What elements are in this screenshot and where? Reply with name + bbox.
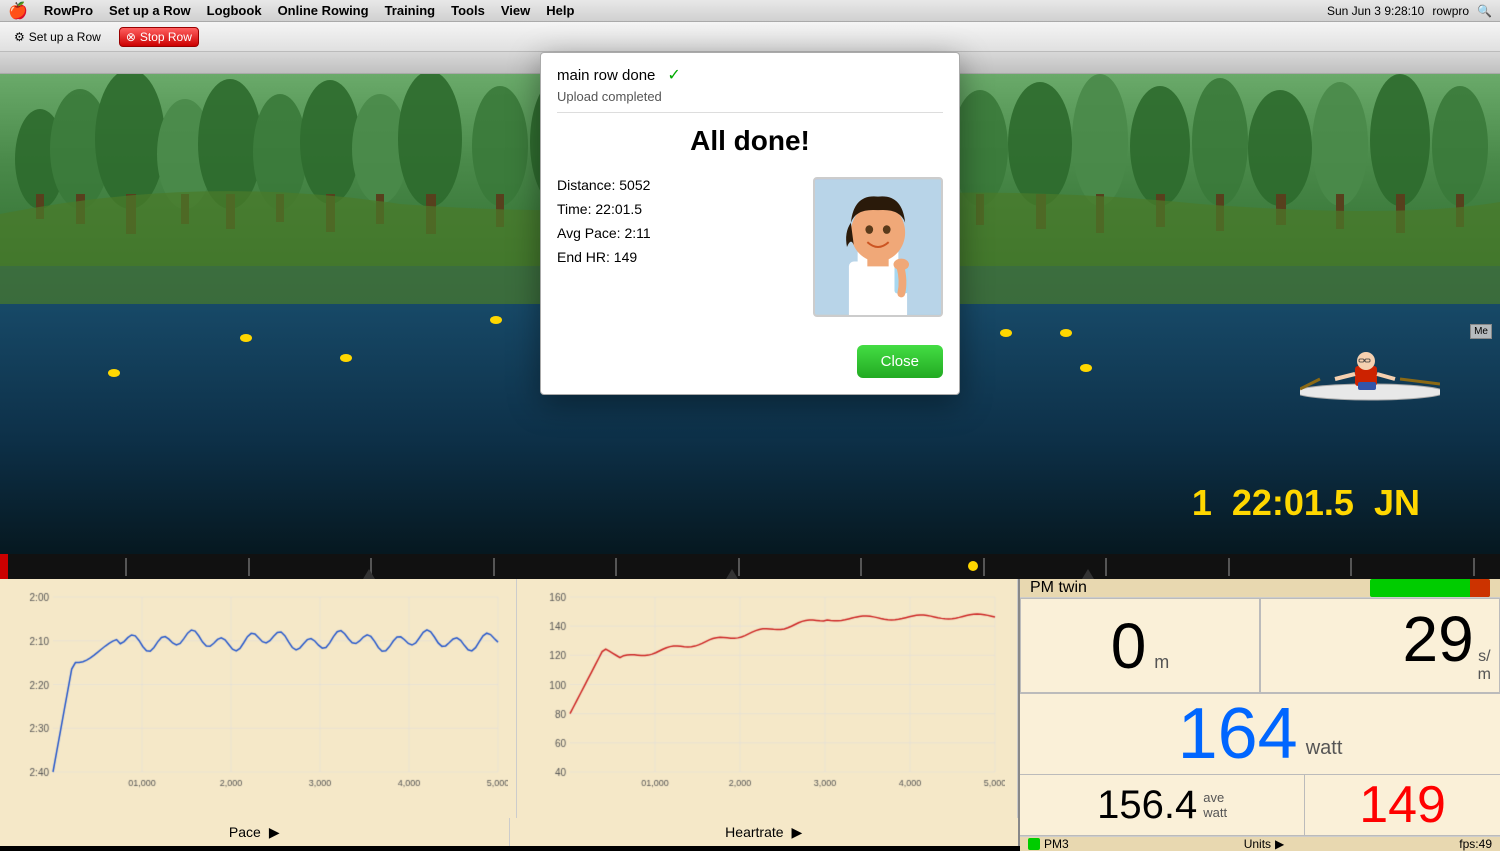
prog-tick-11 xyxy=(1350,558,1352,576)
pm3-label: PM3 xyxy=(1044,837,1069,851)
bottom-panels: Pace ▶ Heartrate ▶ PM twin 0 m xyxy=(0,579,1500,846)
modal-stats: Distance: 5052 Time: 22:01.5 Avg Pace: 2… xyxy=(557,177,797,317)
units-arrow-icon: ▶ xyxy=(1275,837,1284,851)
search-icon[interactable]: 🔍 xyxy=(1477,4,1492,18)
pm-distance-cell: 0 m xyxy=(1020,598,1260,693)
prog-tick-6 xyxy=(738,558,740,576)
prog-arrow-3 xyxy=(1082,569,1094,579)
heartrate-arrow-icon[interactable]: ▶ xyxy=(792,824,803,841)
menu-training[interactable]: Training xyxy=(377,3,444,18)
menu-help[interactable]: Help xyxy=(538,3,582,18)
apple-menu-icon[interactable]: 🍎 xyxy=(8,1,28,21)
prog-tick-7 xyxy=(860,558,862,576)
prog-tick-1 xyxy=(125,558,127,576)
prog-tick-8 xyxy=(983,558,985,576)
stop-row-button[interactable]: ⊗ Stop Row xyxy=(119,27,199,47)
prog-tick-5 xyxy=(615,558,617,576)
pm-speed-cell: 29 s/ m xyxy=(1260,598,1500,693)
stat-end-hr: End HR: 149 xyxy=(557,249,797,265)
setup-row-button[interactable]: ⚙ Set up a Row xyxy=(8,28,107,46)
menu-view[interactable]: View xyxy=(493,3,538,18)
prog-tick-10 xyxy=(1228,558,1230,576)
menu-online-rowing[interactable]: Online Rowing xyxy=(270,3,377,18)
menubar-datetime: Sun Jun 3 9:28:10 xyxy=(1327,4,1424,18)
pace-arrow-icon[interactable]: ▶ xyxy=(269,824,280,841)
pm3-indicator: PM3 xyxy=(1028,837,1069,851)
pm-panel: PM twin 0 m 29 s/ m xyxy=(1020,579,1500,846)
pm-avg-watts-value: 156.4 xyxy=(1097,785,1197,825)
person-photo-svg xyxy=(815,177,941,317)
stat-avg-pace: Avg Pace: 2:11 xyxy=(557,225,797,241)
modal-body: Distance: 5052 Time: 22:01.5 Avg Pace: 2… xyxy=(541,161,959,333)
fps-display: fps:49 xyxy=(1459,837,1492,851)
pace-chart xyxy=(8,587,508,792)
modal-status-text: main row done xyxy=(557,67,655,84)
units-button[interactable]: Units ▶ xyxy=(1244,837,1285,851)
pm-avg-watts-unit: watt xyxy=(1203,805,1227,820)
menu-rowpro[interactable]: RowPro xyxy=(36,3,101,18)
pm-watts-value: 164 xyxy=(1178,698,1298,770)
pm-speed-value: 29 xyxy=(1402,607,1473,671)
prog-tick-4 xyxy=(493,558,495,576)
prog-tick-2 xyxy=(248,558,250,576)
toolbar: ⚙ Set up a Row ⊗ Stop Row xyxy=(0,22,1500,52)
hr-chart-container xyxy=(517,579,1018,818)
pace-label: Pace xyxy=(229,824,261,840)
hr-chart xyxy=(525,587,1005,792)
pm-header: PM twin xyxy=(1020,579,1500,598)
score-position: 1 xyxy=(1192,482,1212,524)
modal-all-done-title: All done! xyxy=(541,113,959,161)
stop-icon: ⊗ xyxy=(126,30,136,44)
buoy-4 xyxy=(490,316,502,324)
pm-distance-value: 0 xyxy=(1111,614,1147,678)
score-name: JN xyxy=(1374,482,1420,524)
menubar-user: rowpro xyxy=(1432,4,1469,18)
modal-header: main row done ✓ xyxy=(541,53,959,89)
me-label: Me xyxy=(1470,324,1492,339)
pm-speed-unit: s/ xyxy=(1478,648,1491,666)
progress-start-marker xyxy=(0,554,8,579)
rower-svg xyxy=(1300,324,1440,404)
chart-panel: Pace ▶ Heartrate ▶ xyxy=(0,579,1020,846)
heartrate-label: Heartrate xyxy=(725,824,783,840)
prog-arrow-2 xyxy=(726,569,738,579)
prog-tick-9 xyxy=(1105,558,1107,576)
buoy-2 xyxy=(240,334,252,342)
pm3-dot xyxy=(1028,838,1040,850)
buoy-7 xyxy=(1080,364,1092,372)
stat-time: Time: 22:01.5 xyxy=(557,201,797,217)
buoy-5 xyxy=(1000,329,1012,337)
stat-distance: Distance: 5052 xyxy=(557,177,797,193)
pace-chart-container xyxy=(0,579,517,818)
progress-bar xyxy=(0,554,1500,579)
prog-tick-12 xyxy=(1473,558,1475,576)
menubar: 🍎 RowPro Set up a Row Logbook Online Row… xyxy=(0,0,1500,22)
buoy-1 xyxy=(108,369,120,377)
pm-avg-watts-label: ave xyxy=(1203,790,1227,805)
menu-logbook[interactable]: Logbook xyxy=(199,3,270,18)
pm-watts-unit: watt xyxy=(1306,737,1343,770)
pm-signal-bar xyxy=(1370,579,1490,597)
modal-upload-text: Upload completed xyxy=(541,89,959,112)
pm-distance-unit: m xyxy=(1154,652,1169,673)
score-time: 22:01.5 xyxy=(1232,482,1354,524)
score-display: 1 22:01.5 JN xyxy=(1192,482,1420,524)
pm-hr-value: 149 xyxy=(1359,779,1446,831)
buoy-6 xyxy=(1060,329,1072,337)
completion-modal: main row done ✓ Upload completed All don… xyxy=(540,52,960,395)
pm-speed-unit2: m xyxy=(1478,666,1491,684)
progress-dot xyxy=(968,561,978,571)
buoy-3 xyxy=(340,354,352,362)
close-modal-button[interactable]: Close xyxy=(857,345,943,378)
modal-footer: Close xyxy=(541,333,959,394)
checkmark-icon: ✓ xyxy=(667,65,680,85)
setup-icon: ⚙ xyxy=(14,30,25,44)
prog-arrow-1 xyxy=(363,569,375,579)
modal-photo xyxy=(813,177,943,317)
menu-setup[interactable]: Set up a Row xyxy=(101,3,199,18)
pm-title: PM twin xyxy=(1030,579,1087,597)
menu-tools[interactable]: Tools xyxy=(443,3,493,18)
rower-container xyxy=(1300,324,1440,409)
